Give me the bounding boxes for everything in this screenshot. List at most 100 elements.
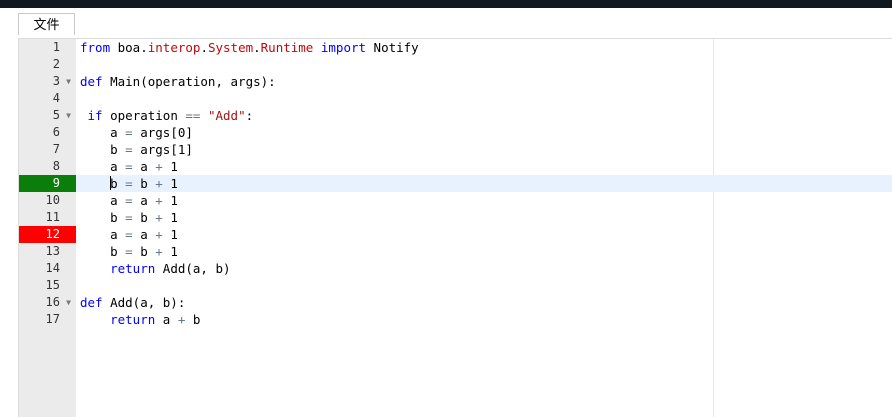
- code-token: 1: [162, 210, 178, 225]
- line-number: 3: [52, 74, 60, 88]
- code-row[interactable]: 9 b = b + 1: [19, 175, 892, 192]
- line-number-cell[interactable]: 4: [19, 90, 76, 107]
- line-number: 15: [45, 278, 60, 292]
- operator-token: =: [125, 142, 133, 157]
- line-number: 5: [52, 108, 60, 122]
- code-token: b: [132, 176, 156, 191]
- string-token: "Add": [207, 108, 246, 123]
- code-row[interactable]: 5 ▼ if operation == "Add":: [19, 107, 892, 124]
- operator-token: =: [125, 159, 133, 174]
- line-number-cell[interactable]: 15: [19, 277, 76, 294]
- line-number: 14: [45, 261, 60, 275]
- operator-token: =: [125, 227, 133, 242]
- code-line[interactable]: b = b + 1: [76, 209, 892, 226]
- line-number-cell[interactable]: 13: [19, 243, 76, 260]
- breakpoint-marker[interactable]: 9: [19, 175, 76, 192]
- code-row[interactable]: 16 ▼ def Add(a, b):: [19, 294, 892, 311]
- code-line[interactable]: [76, 90, 892, 107]
- code-row[interactable]: 17 return a + b: [19, 311, 892, 328]
- module-token: Runtime: [260, 40, 314, 55]
- code-line[interactable]: [76, 56, 892, 73]
- code-line[interactable]: a = a + 1: [76, 192, 892, 209]
- code-row[interactable]: 13 b = b + 1: [19, 243, 892, 260]
- line-number-cell[interactable]: 7: [19, 141, 76, 158]
- operator-token: ==: [185, 108, 201, 123]
- line-number-cell[interactable]: 11: [19, 209, 76, 226]
- code-token: b: [132, 210, 156, 225]
- fold-arrow-icon[interactable]: ▼: [66, 107, 71, 124]
- code-row[interactable]: 8 a = a + 1: [19, 158, 892, 175]
- line-number-cell[interactable]: 8: [19, 158, 76, 175]
- code-row[interactable]: 1 from boa.interop.System.Runtime import …: [19, 39, 892, 56]
- code-row[interactable]: 4: [19, 90, 892, 107]
- code-token: .: [200, 40, 208, 55]
- code-token: Main(operation, args):: [102, 74, 276, 89]
- code-row[interactable]: 6 a = args[0]: [19, 124, 892, 141]
- fold-arrow-icon[interactable]: ▼: [66, 294, 71, 311]
- code-line[interactable]: a = a + 1: [76, 158, 892, 175]
- line-number: 1: [52, 40, 60, 54]
- line-number-cell[interactable]: 5 ▼: [19, 107, 76, 124]
- code-row[interactable]: 2: [19, 56, 892, 73]
- line-number: 4: [52, 91, 60, 105]
- code-token: Notify: [366, 40, 419, 55]
- code-row[interactable]: 7 b = args[1]: [19, 141, 892, 158]
- code-token: b: [80, 244, 126, 259]
- line-number: 2: [52, 57, 60, 71]
- code-line[interactable]: b = b + 1: [76, 175, 892, 192]
- code-row[interactable]: 14 return Add(a, b): [19, 260, 892, 277]
- keyword-token: return: [110, 261, 156, 276]
- code-line[interactable]: return Add(a, b): [76, 260, 892, 277]
- code-token: :: [245, 108, 254, 123]
- keyword-token: if: [87, 108, 103, 123]
- code-row[interactable]: 15: [19, 277, 892, 294]
- code-token: boa.: [110, 40, 148, 55]
- line-number-cell[interactable]: 1: [19, 39, 76, 56]
- line-number-cell[interactable]: 14: [19, 260, 76, 277]
- code-token: 1: [162, 227, 178, 242]
- code-line[interactable]: a = a + 1: [76, 226, 892, 243]
- line-number-cell[interactable]: 6: [19, 124, 76, 141]
- code-token: args[1]: [132, 142, 193, 157]
- code-token: a: [132, 159, 156, 174]
- line-number-cell[interactable]: 10: [19, 192, 76, 209]
- code-token: a: [80, 193, 126, 208]
- operator-token: +: [155, 193, 163, 208]
- line-number: 8: [52, 159, 60, 173]
- breakpoint-marker[interactable]: 12: [19, 226, 76, 243]
- code-line[interactable]: from boa.interop.System.Runtime import N…: [76, 39, 892, 56]
- code-row[interactable]: 12 a = a + 1: [19, 226, 892, 243]
- operator-token: +: [155, 244, 163, 259]
- line-number-cell[interactable]: 2: [19, 56, 76, 73]
- code-line[interactable]: b = args[1]: [76, 141, 892, 158]
- file-menu-button[interactable]: 文件: [18, 13, 75, 35]
- fold-arrow-icon[interactable]: ▼: [66, 73, 71, 90]
- code-line[interactable]: return a + b: [76, 311, 892, 328]
- code-token: a: [155, 312, 178, 327]
- code-line[interactable]: [76, 277, 892, 294]
- line-number: 11: [45, 210, 60, 224]
- code-token: b: [110, 176, 126, 191]
- line-number-cell[interactable]: 3 ▼: [19, 73, 76, 90]
- code-token: a: [132, 193, 156, 208]
- code-editor[interactable]: 1 from boa.interop.System.Runtime import …: [18, 38, 892, 417]
- operator-token: +: [155, 210, 163, 225]
- code-row[interactable]: 10 a = a + 1: [19, 192, 892, 209]
- code-row[interactable]: 11 b = b + 1: [19, 209, 892, 226]
- code-token: 1: [162, 159, 178, 174]
- code-token: a: [132, 227, 156, 242]
- code-line[interactable]: def Main(operation, args):: [76, 73, 892, 90]
- code-token: a: [80, 125, 126, 140]
- operator-token: +: [155, 176, 163, 191]
- operator-token: =: [125, 244, 133, 259]
- code-line[interactable]: a = args[0]: [76, 124, 892, 141]
- line-number-cell[interactable]: 16 ▼: [19, 294, 76, 311]
- code-line[interactable]: def Add(a, b):: [76, 294, 892, 311]
- line-number-cell[interactable]: 17: [19, 311, 76, 328]
- code-row[interactable]: 3 ▼ def Main(operation, args):: [19, 73, 892, 90]
- code-line[interactable]: if operation == "Add":: [76, 107, 892, 124]
- code-line[interactable]: b = b + 1: [76, 243, 892, 260]
